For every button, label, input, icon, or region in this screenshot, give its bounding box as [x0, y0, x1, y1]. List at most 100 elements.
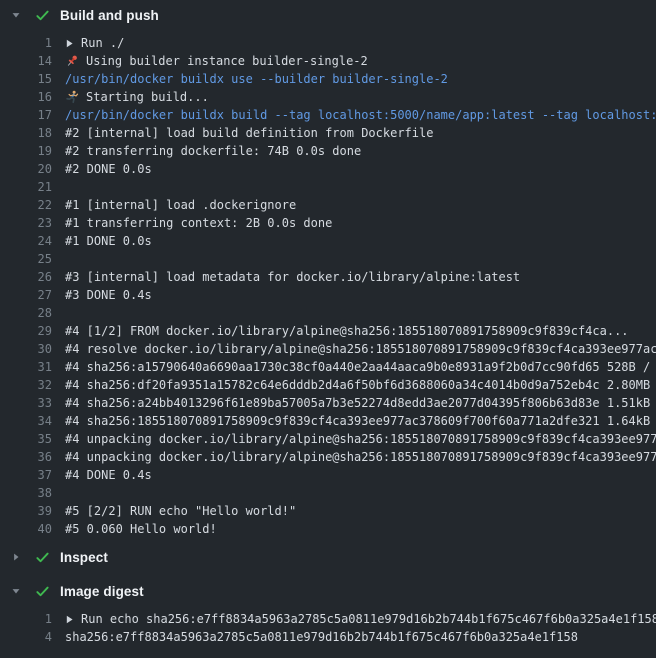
log-line: 28: [0, 304, 656, 322]
success-check-icon: [34, 549, 50, 565]
log-text: Run echo sha256:e7ff8834a5963a2785c5a081…: [81, 610, 656, 628]
log-line-content: #5 [2/2] RUN echo "Hello world!": [52, 502, 296, 520]
line-number[interactable]: 27: [0, 286, 52, 304]
line-number[interactable]: 17: [0, 106, 52, 124]
log-line-content: /usr/bin/docker buildx use --builder bui…: [52, 70, 448, 88]
log-line: 14 Using builder instance builder-single-…: [0, 52, 656, 70]
log-text: Run ./: [81, 34, 124, 52]
log-line: 31 #4 sha256:a15790640a6690aa1730c38cf0a4…: [0, 358, 656, 376]
log-text: #4 DONE 0.4s: [65, 466, 152, 484]
log-line: 21: [0, 178, 656, 196]
log-text: sha256:e7ff8834a5963a2785c5a0811e979d16b…: [65, 628, 578, 646]
log-line-content: #4 sha256:a24bb4013296f61e89ba57005a7b3e…: [52, 394, 656, 412]
line-number[interactable]: 35: [0, 430, 52, 448]
log-line-content: #4 [1/2] FROM docker.io/library/alpine@s…: [52, 322, 629, 340]
log-group-header[interactable]: Inspect: [0, 542, 656, 572]
log-text: #5 0.060 Hello world!: [65, 520, 217, 538]
log-text: /usr/bin/docker buildx build --tag local…: [65, 106, 656, 124]
chevron-down-icon[interactable]: [8, 583, 24, 599]
line-number[interactable]: 32: [0, 376, 52, 394]
expand-triangle-icon[interactable]: [65, 615, 74, 624]
log-line: 4 sha256:e7ff8834a5963a2785c5a0811e979d16…: [0, 628, 656, 646]
log-line-content: #4 sha256:a15790640a6690aa1730c38cf0a440…: [52, 358, 656, 376]
log-text: Starting build...: [86, 88, 209, 106]
log-line: 30#4 resolve docker.io/library/alpine@sh…: [0, 340, 656, 358]
log-group-title: Inspect: [60, 550, 108, 565]
line-number[interactable]: 28: [0, 304, 52, 322]
log-line: 19#2 transferring dockerfile: 74B 0.0s d…: [0, 142, 656, 160]
line-number[interactable]: 15: [0, 70, 52, 88]
log-text: #4 sha256:a15790640a6690aa1730c38cf0a440…: [65, 358, 656, 376]
line-number[interactable]: 1: [0, 34, 52, 52]
log-groups: Build and push1Run ./14Using builder ins…: [0, 0, 656, 646]
line-number[interactable]: 20: [0, 160, 52, 178]
log-text: Using builder instance builder-single-2: [86, 52, 368, 70]
log-line: 20 #2 DONE 0.0s: [0, 160, 656, 178]
log-text: #4 unpacking docker.io/library/alpine@sh…: [65, 448, 656, 466]
log-group-header[interactable]: Image digest: [0, 576, 656, 606]
line-number[interactable]: 39: [0, 502, 52, 520]
line-number[interactable]: 16: [0, 88, 52, 106]
log-line-content: #5 0.060 Hello world!: [52, 520, 217, 538]
log-line-content: #3 [internal] load metadata for docker.i…: [52, 268, 520, 286]
log-text: #3 DONE 0.4s: [65, 286, 152, 304]
line-number[interactable]: 22: [0, 196, 52, 214]
log-line-content: #2 transferring dockerfile: 74B 0.0s don…: [52, 142, 361, 160]
success-check-icon: [34, 583, 50, 599]
line-number[interactable]: 30: [0, 340, 52, 358]
line-number[interactable]: 1: [0, 610, 52, 628]
log-line-content: Run echo sha256:e7ff8834a5963a2785c5a081…: [52, 610, 656, 628]
log-text: #4 [1/2] FROM docker.io/library/alpine@s…: [65, 322, 629, 340]
log-line-content: #1 transferring context: 2B 0.0s done: [52, 214, 332, 232]
line-number[interactable]: 24: [0, 232, 52, 250]
line-number[interactable]: 4: [0, 628, 52, 646]
log-line: 38: [0, 484, 656, 502]
line-number[interactable]: 26: [0, 268, 52, 286]
line-number[interactable]: 21: [0, 178, 52, 196]
line-number[interactable]: 18: [0, 124, 52, 142]
log-text: #4 sha256:df20fa9351a15782c64e6dddb2d4a6…: [65, 376, 656, 394]
log-line-content: sha256:e7ff8834a5963a2785c5a0811e979d16b…: [52, 628, 578, 646]
log-text: #3 [internal] load metadata for docker.i…: [65, 268, 520, 286]
log-text: #2 DONE 0.0s: [65, 160, 152, 178]
log-group-inspect: Inspect: [0, 542, 656, 572]
log-text: #4 sha256:a24bb4013296f61e89ba57005a7b3e…: [65, 394, 656, 412]
line-number[interactable]: 36: [0, 448, 52, 466]
log-line: 18 #2 [internal] load build definition fr…: [0, 124, 656, 142]
log-text: #4 unpacking docker.io/library/alpine@sh…: [65, 430, 656, 448]
line-number[interactable]: 33: [0, 394, 52, 412]
line-number[interactable]: 29: [0, 322, 52, 340]
line-number[interactable]: 14: [0, 52, 52, 70]
log-group-header[interactable]: Build and push: [0, 0, 656, 30]
log-line: 26 #3 [internal] load metadata for docker…: [0, 268, 656, 286]
log-group-title: Image digest: [60, 584, 144, 599]
log-text: #4 sha256:185518070891758909c9f839cf4ca3…: [65, 412, 656, 430]
line-number[interactable]: 38: [0, 484, 52, 502]
line-number[interactable]: 34: [0, 412, 52, 430]
line-number[interactable]: 23: [0, 214, 52, 232]
pushpin-icon: [65, 54, 79, 68]
log-line: 37 #4 DONE 0.4s: [0, 466, 656, 484]
chevron-right-icon[interactable]: [8, 549, 24, 565]
log-line: 27 #3 DONE 0.4s: [0, 286, 656, 304]
log-text: #2 [internal] load build definition from…: [65, 124, 433, 142]
line-number[interactable]: 25: [0, 250, 52, 268]
log-line-content: #4 unpacking docker.io/library/alpine@sh…: [52, 448, 656, 466]
chevron-down-icon[interactable]: [8, 7, 24, 23]
line-number[interactable]: 31: [0, 358, 52, 376]
log-line: 22#1 [internal] load .dockerignore: [0, 196, 656, 214]
log-line: 15/usr/bin/docker buildx use --builder b…: [0, 70, 656, 88]
expand-triangle-icon[interactable]: [65, 39, 74, 48]
log-line-content: #2 [internal] load build definition from…: [52, 124, 433, 142]
log-line: 34 #4 sha256:185518070891758909c9f839cf4c…: [0, 412, 656, 430]
log-line: 32 #4 sha256:df20fa9351a15782c64e6dddb2d4…: [0, 376, 656, 394]
line-number[interactable]: 40: [0, 520, 52, 538]
log-line: 36 #4 unpacking docker.io/library/alpine@…: [0, 448, 656, 466]
log-line-content: #2 DONE 0.0s: [52, 160, 152, 178]
log-line: 33 #4 sha256:a24bb4013296f61e89ba57005a7b…: [0, 394, 656, 412]
log-line-content: #1 DONE 0.0s: [52, 232, 152, 250]
log-line: 29 #4 [1/2] FROM docker.io/library/alpine…: [0, 322, 656, 340]
line-number[interactable]: 37: [0, 466, 52, 484]
line-number[interactable]: 19: [0, 142, 52, 160]
runner-icon: [65, 90, 79, 104]
